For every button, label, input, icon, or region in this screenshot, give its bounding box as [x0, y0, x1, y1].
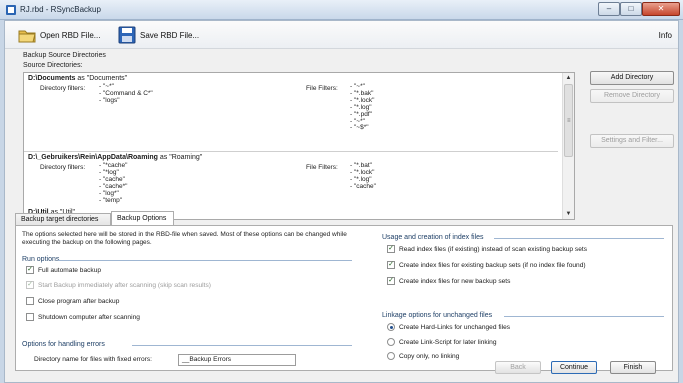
app-icon: [6, 5, 16, 15]
title-bar: RJ.rbd - RSyncBackup – □ ✕: [0, 0, 683, 20]
section-title: Backup Source Directories: [23, 52, 106, 59]
open-folder-icon: [18, 30, 36, 43]
run-options-title: Run options: [22, 256, 60, 263]
copy-only-radio[interactable]: Copy only, no linking: [387, 352, 459, 360]
errors-directory-input[interactable]: __Backup Errors: [178, 354, 296, 366]
checkbox-label: Create index files for new backup sets: [399, 277, 511, 285]
file-filter-list: - "*.bat" - "*.lock" - "*.log" - "cache": [350, 162, 376, 191]
finish-button[interactable]: Finish: [610, 361, 656, 374]
open-rbd-button[interactable]: Open RBD File...: [17, 24, 109, 46]
errors-title: Options for handling errors: [22, 341, 105, 348]
checkbox-label: Read index files (if existing) instead o…: [399, 245, 588, 253]
radio-label: Copy only, no linking: [399, 352, 460, 360]
dir-filters-label: Directory filters:: [40, 85, 86, 92]
grip-icon: ≡: [567, 118, 571, 124]
open-rbd-label: Open RBD File...: [40, 30, 101, 40]
checkbox-checked-icon: ✓: [26, 281, 34, 289]
checkbox-unchecked-icon: [26, 297, 34, 305]
linkage-options-title: Linkage options for unchanged files: [382, 312, 493, 319]
settings-filter-button[interactable]: Settings and Filter...: [590, 134, 674, 148]
backup-options-panel: The options selected here will be stored…: [15, 225, 673, 371]
directory-path: D:\Documents: [28, 75, 76, 82]
source-directories-label: Source Directories:: [23, 62, 83, 69]
errors-directory-label: Directory name for files with fixed erro…: [34, 356, 152, 363]
scroll-up-arrow-icon[interactable]: ▲: [563, 73, 574, 83]
dir-filter-list: - "*cache" - "*log" - "cache" - "cache*"…: [99, 162, 127, 204]
group-divider: [132, 345, 352, 346]
tab-backup-target-directories[interactable]: Backup target directories: [15, 213, 111, 225]
file-filter: - "cache": [350, 182, 376, 190]
group-divider: [504, 316, 664, 317]
checkbox-unchecked-icon: [26, 313, 34, 321]
radio-unselected-icon: [387, 338, 395, 346]
main-window: Open RBD File... Save RBD File... Info B…: [4, 20, 679, 383]
checkbox-label: Full automate backup: [38, 266, 102, 274]
minimize-button[interactable]: –: [598, 2, 620, 16]
radio-label: Create Hard-Links for unchanged files: [399, 323, 511, 331]
options-intro-text: The options selected here will be stored…: [22, 231, 347, 246]
checkbox-checked-icon: ✓: [387, 277, 395, 285]
dir-filter-list: - "~*" - "Command & C*" - "logs": [99, 83, 153, 105]
dir-filters-label: Directory filters:: [40, 164, 86, 171]
checkbox-label: Create index files for existing backup s…: [399, 261, 586, 269]
alias-keyword: as: [159, 154, 168, 161]
file-filter-list: - "~*" - "*.bak" - "*.lock" - "*.log" - …: [350, 83, 374, 132]
directory-alias: "Documents": [86, 75, 128, 82]
directory-alias: "Roaming": [169, 154, 203, 161]
checkbox-checked-icon: ✓: [26, 266, 34, 274]
tab-strip: Backup target directories Backup Options: [15, 211, 675, 225]
radio-selected-icon: [387, 323, 395, 331]
shutdown-computer-checkbox[interactable]: Shutdown computer after scanning: [26, 313, 140, 321]
checkbox-label: Shutdown computer after scanning: [38, 313, 140, 321]
dir-filter: - "temp": [99, 196, 123, 204]
checkbox-checked-icon: ✓: [387, 245, 395, 253]
file-filters-label: File Filters:: [306, 164, 338, 171]
close-button[interactable]: ✕: [642, 2, 680, 16]
tab-backup-options[interactable]: Backup Options: [111, 211, 174, 225]
vertical-scrollbar[interactable]: ▲ ≡ ▼: [562, 73, 574, 219]
scrollbar-thumb[interactable]: ≡: [564, 84, 573, 157]
add-directory-button[interactable]: Add Directory: [590, 71, 674, 85]
back-button[interactable]: Back: [495, 361, 541, 374]
read-index-files-checkbox[interactable]: ✓ Read index files (if existing) instead…: [387, 245, 587, 253]
source-directory-item[interactable]: D:\_Gebruikers\Rein\AppData\Roaming as "…: [28, 154, 560, 203]
remove-directory-button[interactable]: Remove Directory: [590, 89, 674, 103]
save-rbd-button[interactable]: Save RBD File...: [117, 24, 209, 46]
source-directory-item[interactable]: D:\Documents as "Documents" Directory fi…: [28, 75, 560, 131]
checkbox-label: Close program after backup: [38, 297, 120, 305]
create-index-existing-checkbox[interactable]: ✓ Create index files for existing backup…: [387, 261, 586, 269]
file-filters-label: File Filters:: [306, 85, 338, 92]
radio-unselected-icon: [387, 352, 395, 360]
directory-separator: [24, 151, 558, 152]
group-divider: [494, 238, 664, 239]
file-filter: - "~$*": [350, 124, 369, 132]
maximize-button[interactable]: □: [620, 2, 642, 16]
dir-filter: - "logs": [99, 96, 120, 104]
save-rbd-label: Save RBD File...: [140, 30, 200, 40]
link-script-radio[interactable]: Create Link-Script for later linking: [387, 338, 496, 346]
radio-label: Create Link-Script for later linking: [399, 338, 497, 346]
group-divider: [58, 260, 352, 261]
continue-button[interactable]: Continue: [551, 361, 597, 374]
info-button[interactable]: Info: [659, 31, 672, 40]
full-automate-checkbox[interactable]: ✓ Full automate backup: [26, 266, 101, 274]
alias-keyword: as: [77, 75, 85, 82]
create-index-new-checkbox[interactable]: ✓ Create index files for new backup sets: [387, 277, 510, 285]
checkbox-checked-icon: ✓: [387, 261, 395, 269]
close-program-checkbox[interactable]: Close program after backup: [26, 297, 119, 305]
directory-path: D:\_Gebruikers\Rein\AppData\Roaming: [28, 154, 158, 161]
index-files-title: Usage and creation of index files: [382, 234, 484, 241]
toolbar: Open RBD File... Save RBD File... Info: [5, 21, 678, 49]
source-directory-list[interactable]: D:\Documents as "Documents" Directory fi…: [23, 72, 575, 220]
window-title: RJ.rbd - RSyncBackup: [20, 5, 101, 14]
save-disk-icon: [118, 26, 136, 44]
checkbox-label: Start Backup immediately after scanning …: [38, 281, 211, 289]
start-backup-immediately-checkbox[interactable]: ✓ Start Backup immediately after scannin…: [26, 281, 211, 289]
hard-links-radio[interactable]: Create Hard-Links for unchanged files: [387, 323, 510, 331]
